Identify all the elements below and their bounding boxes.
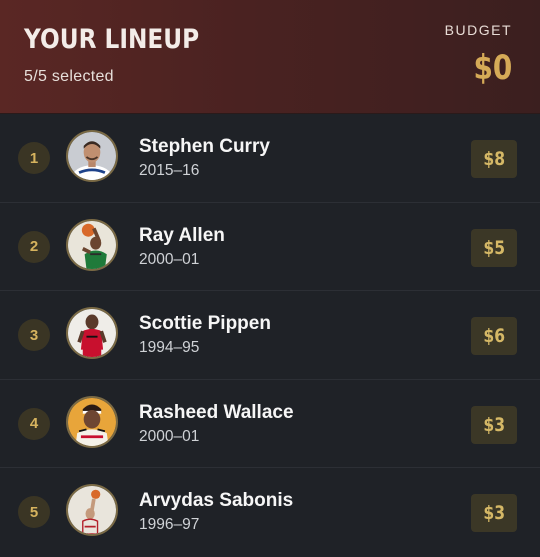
lineup-row[interactable]: 4 Rasheed Wallace 2000–01 $3 <box>0 379 540 468</box>
budget-value: $0 <box>473 48 512 88</box>
player-avatar <box>66 395 118 448</box>
player-name: Arvydas Sabonis <box>139 490 294 511</box>
player-name: Stephen Curry <box>139 136 270 157</box>
price-value: $8 <box>483 148 505 170</box>
selection-count: 5/5 selected <box>24 68 114 85</box>
lineup-header: YOUR LINEUP 5/5 selected BUDGET $0 <box>0 0 540 114</box>
rank-badge: 4 <box>18 407 50 440</box>
rank-badge: 2 <box>18 230 50 263</box>
player-season: 2015–16 <box>139 162 200 179</box>
page-title: YOUR LINEUP <box>24 24 200 55</box>
lineup-row[interactable]: 1 Stephen Curry 2015–16 $8 <box>0 114 540 203</box>
player-season: 2000–01 <box>139 427 200 445</box>
player-portrait-icon <box>68 397 116 446</box>
player-avatar <box>66 218 118 271</box>
lineup-row[interactable]: 2 Ray Allen 2000–01 $5 <box>0 202 540 291</box>
price-badge: $5 <box>471 228 517 267</box>
player-portrait-icon <box>68 309 116 357</box>
price-value: $5 <box>483 236 505 259</box>
player-season: 2000–01 <box>139 250 200 268</box>
lineup-row[interactable]: 5 Arvydas Sabonis 1996–97 $3 <box>0 468 540 557</box>
player-portrait-icon <box>68 220 116 269</box>
player-season: 1994–95 <box>139 339 200 356</box>
budget-label: BUDGET <box>444 22 512 38</box>
player-season: 1996–97 <box>139 516 200 533</box>
rank-badge: 5 <box>18 496 50 528</box>
rank-badge: 3 <box>18 319 50 351</box>
price-badge: $6 <box>471 317 517 355</box>
price-badge: $3 <box>471 494 517 532</box>
player-portrait-icon <box>68 486 116 534</box>
lineup-row[interactable]: 3 Scottie Pippen 1994–95 $6 <box>0 291 540 380</box>
player-avatar <box>66 130 118 182</box>
price-badge: $8 <box>471 140 517 178</box>
player-avatar <box>66 307 118 359</box>
lineup-panel: YOUR LINEUP 5/5 selected BUDGET $0 1 Ste… <box>0 0 540 557</box>
lineup-list: 1 Stephen Curry 2015–16 $8 2 Ray Allen 2… <box>0 114 540 557</box>
player-portrait-icon <box>68 132 116 180</box>
player-avatar <box>66 484 118 536</box>
player-name: Scottie Pippen <box>139 313 271 334</box>
price-value: $3 <box>483 502 505 524</box>
player-name: Rasheed Wallace <box>139 401 294 423</box>
rank-badge: 1 <box>18 142 50 174</box>
price-badge: $3 <box>471 405 517 444</box>
price-value: $6 <box>483 325 505 347</box>
price-value: $3 <box>483 413 505 436</box>
player-name: Ray Allen <box>139 224 225 246</box>
